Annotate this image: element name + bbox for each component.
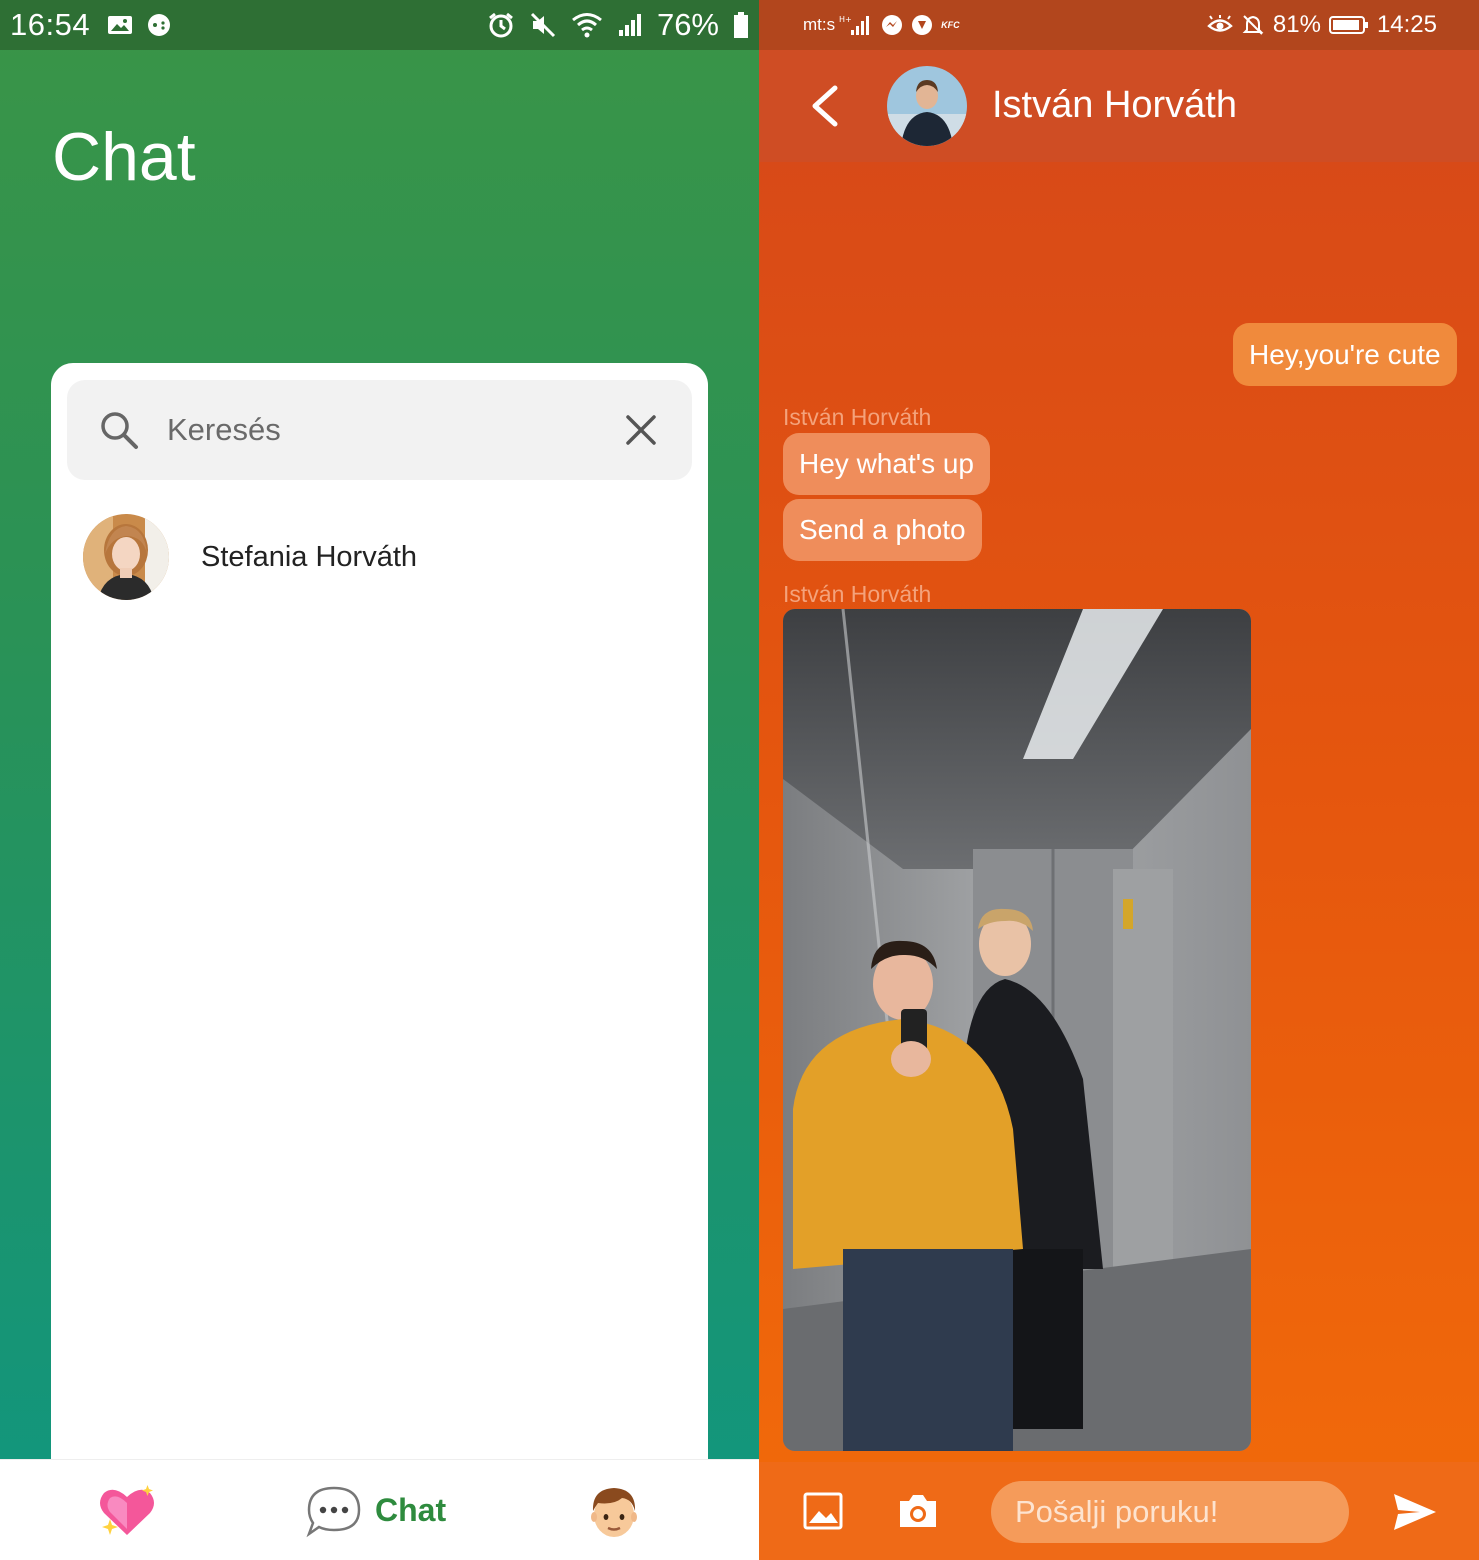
signal-icon: H+ [839,15,870,35]
search-input[interactable] [167,408,597,452]
message-input[interactable] [991,1481,1349,1543]
page-title: Chat [52,119,196,195]
sparkling-heart-icon [100,1484,154,1535]
message-photo[interactable] [783,609,1251,1451]
message-sender-name: István Horváth [783,581,932,607]
contact-name: Stefania Horváth [201,540,418,573]
search-bar [67,380,692,480]
send-icon[interactable] [1392,1492,1438,1532]
nav-chat-label: Chat [375,1492,447,1528]
chat-header: István Horváth [759,50,1479,162]
avatar[interactable] [887,66,967,146]
status-bar: 16:54 76% [0,0,759,50]
status-bar: mt:s H+ KFC 81% 14:25 [759,0,1479,50]
left-phone-screen: 16:54 76% Chat Keresés Stefania Horváth … [0,0,759,1560]
battery-percent: 81% [1272,11,1321,38]
gallery-icon[interactable] [803,1492,843,1530]
boy-face-icon [591,1487,637,1537]
camera-icon[interactable] [896,1492,940,1530]
messenger-icon [882,15,903,35]
kfc-icon: KFC [941,20,960,30]
message-composer [759,1462,1479,1560]
message-sender-name: István Horváth [783,404,932,430]
contact-name: István Horváth [992,84,1237,126]
gallery-notification-icon [108,16,133,34]
battery-percent: 76% [656,7,719,42]
game-notification-icon [148,14,171,36]
status-time: 14:25 [1376,11,1437,38]
nav-profile[interactable] [588,1460,640,1560]
bottom-navigation: Chat [0,1459,759,1560]
notifications-off-icon [1242,15,1264,35]
clear-search-icon[interactable] [621,410,661,450]
message-bubble-sent[interactable]: Hey,you're cute [1233,323,1457,386]
battery-icon [734,12,748,38]
chat-list-card: Stefania Horváth [51,363,708,1483]
nav-matches[interactable] [96,1460,158,1560]
message-bubble-received[interactable]: Send a photo [783,499,982,561]
status-time: 16:54 [10,7,91,42]
alarm-icon [489,12,513,38]
wifi-icon [572,13,602,38]
contact-list-item[interactable]: Stefania Horváth [83,513,683,601]
speech-bubble-icon [306,1486,361,1537]
right-phone-screen: mt:s H+ KFC 81% 14:25 István Horváth Hey… [759,0,1479,1560]
avatar [83,514,169,600]
nav-chat[interactable]: Chat [305,1460,446,1560]
signal-icon [618,14,641,36]
eye-comfort-icon [1207,15,1233,32]
app-notification-icon [912,15,933,35]
back-arrow-icon[interactable] [805,84,845,128]
battery-icon [1328,16,1368,34]
mute-icon [530,12,556,38]
svg-text:H+: H+ [839,15,852,24]
search-icon [101,412,138,449]
message-bubble-received[interactable]: Hey what's up [783,433,990,495]
carrier-name: mt:s [803,15,836,34]
